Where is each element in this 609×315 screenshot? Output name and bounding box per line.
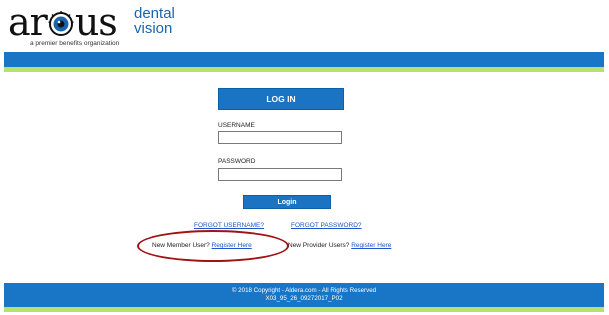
login-header: LOG IN: [218, 88, 344, 110]
highlight-oval: [137, 230, 289, 262]
password-label: PASSWORD: [218, 158, 256, 165]
forgot-password-link[interactable]: FORGOT PASSWORD?: [291, 222, 362, 229]
login-button[interactable]: Login: [243, 195, 331, 209]
logo-vision-text: vision: [134, 20, 173, 37]
header-logo-area: ar us dental vision a premier benefits o…: [4, 0, 604, 52]
username-label: USERNAME: [218, 122, 255, 129]
logo-subtitle: dental vision: [134, 6, 175, 36]
logo-dental-text: dental: [134, 5, 175, 22]
new-provider-row: New Provider Users? Register Here: [288, 242, 391, 249]
footer-green-bar: [4, 307, 604, 312]
username-input[interactable]: [218, 131, 342, 144]
footer-bar: © 2018 Copyright - Aldera.com - All Righ…: [4, 283, 604, 307]
page-frame: ar us dental vision a premier benefits o…: [4, 0, 604, 315]
logo-word-part1: ar: [8, 0, 48, 44]
new-provider-prompt: New Provider Users?: [288, 242, 350, 249]
header-green-bar: [4, 67, 604, 72]
eye-icon: [48, 11, 74, 36]
logo-word-part2: us: [74, 0, 118, 44]
logo-tagline: a premier benefits organization: [30, 40, 120, 47]
header-blue-bar: [4, 52, 604, 67]
forgot-username-link[interactable]: FORGOT USERNAME?: [194, 222, 264, 229]
provider-register-link[interactable]: Register Here: [351, 242, 391, 249]
argus-logo[interactable]: ar us: [8, 0, 118, 44]
footer-build-id: X03_95_26_09272017_P02: [265, 295, 343, 302]
footer-copyright: © 2018 Copyright - Aldera.com - All Righ…: [231, 287, 377, 294]
password-input[interactable]: [218, 168, 342, 181]
